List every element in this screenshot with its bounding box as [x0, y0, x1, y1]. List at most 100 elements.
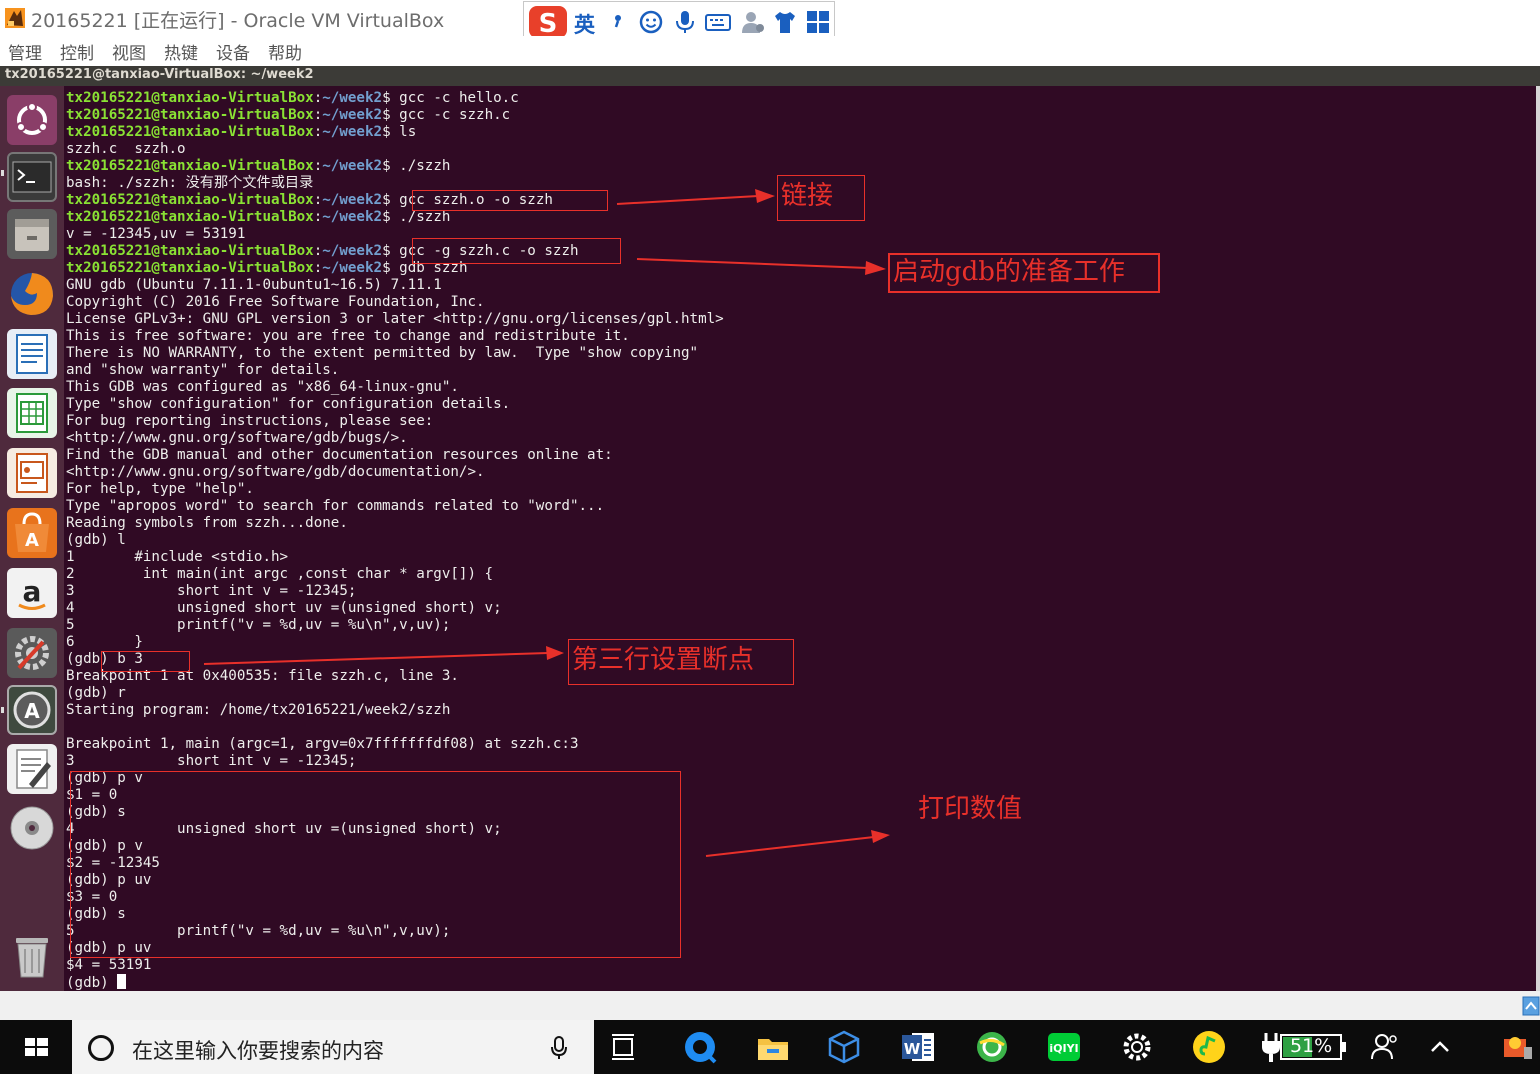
- impress-icon[interactable]: [7, 448, 57, 498]
- svg-text:A: A: [25, 530, 39, 551]
- terminal-icon[interactable]: [7, 152, 57, 202]
- word-icon[interactable]: W: [900, 1029, 936, 1065]
- tray-app-icon[interactable]: [1498, 1029, 1534, 1065]
- menu-devices[interactable]: 设备: [216, 39, 250, 64]
- prompt-separator: :: [313, 260, 323, 276]
- terminal-line: Type "apropos word" to search for comman…: [66, 498, 724, 515]
- output-text: (gdb) r: [66, 685, 126, 701]
- software-updater-icon[interactable]: A: [7, 685, 57, 735]
- windows-taskbar: 在这里输入你要搜索的内容 W iQIYI 51%: [0, 1020, 1540, 1074]
- output-text: License GPLv3+: GNU GPL version 3 or lat…: [66, 311, 724, 327]
- prompt-separator: :: [313, 209, 323, 225]
- terminal-line: tx20165221@tanxiao-VirtualBox:~/week2$ .…: [66, 158, 724, 175]
- menu-view[interactable]: 视图: [112, 39, 146, 64]
- ubuntu-dash-icon[interactable]: [7, 95, 57, 145]
- output-text: and "show warranty" for details.: [66, 362, 340, 378]
- running-indicator: [1, 707, 4, 713]
- output-text: For help, type "help".: [66, 481, 254, 497]
- output-text: Type "show configuration" for configurat…: [66, 396, 511, 412]
- prompt-user: tx20165221@tanxiao-VirtualBox: [66, 124, 314, 140]
- prompt-dollar: $: [382, 124, 400, 140]
- output-text: GNU gdb (Ubuntu 7.11.1-0ubuntu1~16.5) 7.…: [66, 277, 442, 293]
- 360-browser-icon[interactable]: [974, 1029, 1010, 1065]
- link-command-highlight: [412, 190, 608, 211]
- people-icon[interactable]: [1368, 1029, 1404, 1065]
- ime-toolbar[interactable]: S 英: [523, 1, 835, 41]
- windows-start-icon[interactable]: [0, 1020, 72, 1074]
- terminal-line: Type "show configuration" for configurat…: [66, 396, 724, 413]
- output-text: This is free software: you are free to c…: [66, 328, 630, 344]
- chevron-up-icon[interactable]: [1422, 1029, 1458, 1065]
- vm-statusbar: [0, 991, 1540, 1020]
- ime-language-toggle[interactable]: 英: [574, 9, 595, 39]
- menu-control[interactable]: 控制: [60, 39, 94, 64]
- menu-manage[interactable]: 管理: [8, 39, 42, 64]
- keyboard-icon[interactable]: [705, 9, 731, 35]
- trash-icon[interactable]: [7, 931, 57, 981]
- output-text: This GDB was configured as "x86_64-linux…: [66, 379, 459, 395]
- punctuation-icon[interactable]: [609, 9, 635, 35]
- settings-gear-icon[interactable]: [1119, 1029, 1155, 1065]
- prompt-dollar: $: [382, 260, 400, 276]
- prompt-separator: :: [313, 124, 323, 140]
- menu-help[interactable]: 帮助: [268, 39, 302, 64]
- output-text: There is NO WARRANTY, to the extent perm…: [66, 345, 699, 361]
- output-text: $4 = 53191: [66, 957, 152, 973]
- window-titlebar: 20165221 [正在运行] - Oracle VM VirtualBox S…: [0, 0, 1540, 41]
- svg-text:A: A: [24, 699, 40, 723]
- microphone-icon[interactable]: [549, 1035, 569, 1061]
- terminal-line: For bug reporting instructions, please s…: [66, 413, 724, 430]
- sogou-logo-icon[interactable]: S: [528, 5, 568, 39]
- terminal-line: This GDB was configured as "x86_64-linux…: [66, 379, 724, 396]
- iqiyi-icon[interactable]: iQIYI: [1046, 1029, 1082, 1065]
- text-editor-icon[interactable]: [7, 744, 57, 794]
- dvd-icon[interactable]: [7, 803, 57, 853]
- file-explorer-icon[interactable]: [755, 1029, 791, 1065]
- emoji-icon[interactable]: [638, 9, 664, 35]
- annotation-breakpoint-label: 第三行设置断点: [568, 639, 794, 685]
- output-text: Type "apropos word" to search for comman…: [66, 498, 605, 514]
- annotation-print-label: 打印数值: [918, 794, 1023, 824]
- firefox-icon[interactable]: [7, 269, 57, 319]
- writer-icon[interactable]: [7, 329, 57, 379]
- qq-music-icon[interactable]: [1191, 1029, 1227, 1065]
- task-view-icon[interactable]: [606, 1029, 642, 1065]
- prompt-separator: :: [313, 243, 323, 259]
- terminal-line: 5 printf("v = %d,uv = %u\n",v,uv);: [66, 617, 724, 634]
- battery-percentage: 51%: [1290, 1035, 1333, 1057]
- calc-icon[interactable]: [7, 388, 57, 438]
- software-center-icon[interactable]: A: [7, 508, 57, 558]
- terminal-line: 1 #include <stdio.h>: [66, 549, 724, 566]
- output-text: 3 short int v = -12345;: [66, 753, 357, 769]
- toolbox-grid-icon[interactable]: [805, 9, 831, 35]
- taskbar-search-box[interactable]: 在这里输入你要搜索的内容: [72, 1020, 594, 1074]
- prompt-path: ~/week2: [322, 107, 383, 123]
- output-text: bash: ./szzh: 没有那个文件或目录: [66, 175, 314, 191]
- mouse-integration-icon[interactable]: [1522, 995, 1540, 1017]
- svg-text:a: a: [23, 575, 42, 608]
- terminal-line: tx20165221@tanxiao-VirtualBox:~/week2$ l…: [66, 124, 724, 141]
- files-icon[interactable]: [7, 209, 57, 259]
- user-icon[interactable]: [740, 9, 766, 35]
- qq-browser-icon[interactable]: [682, 1029, 718, 1065]
- prompt-dollar: $: [382, 90, 400, 106]
- cortana-icon[interactable]: [88, 1035, 114, 1061]
- prompt-path: ~/week2: [322, 243, 383, 259]
- terminal-line: and "show warranty" for details.: [66, 362, 724, 379]
- amazon-icon[interactable]: a: [7, 568, 57, 618]
- terminal-line: v = -12345,uv = 53191: [66, 226, 724, 243]
- menu-hotkey[interactable]: 热键: [164, 39, 198, 64]
- output-text: Breakpoint 1, main (argc=1, argv=0x7ffff…: [66, 736, 579, 752]
- terminal-line: Breakpoint 1, main (argc=1, argv=0x7ffff…: [66, 736, 724, 753]
- prompt-separator: :: [313, 107, 323, 123]
- output-text: szzh.c szzh.o: [66, 141, 186, 157]
- command-text: gcc -c hello.c: [399, 90, 519, 106]
- microphone-icon[interactable]: [672, 9, 698, 35]
- prompt-dollar: $: [382, 243, 400, 259]
- ubuntu-top-panel: tx20165221@tanxiao-VirtualBox: ~/week2: [0, 66, 1540, 86]
- terminal-scrollbar[interactable]: [1536, 86, 1540, 991]
- prompt-path: ~/week2: [322, 124, 383, 140]
- system-settings-icon[interactable]: [7, 628, 57, 678]
- virtualbox-taskbar-icon[interactable]: [826, 1029, 862, 1065]
- skin-shirt-icon[interactable]: [772, 9, 798, 35]
